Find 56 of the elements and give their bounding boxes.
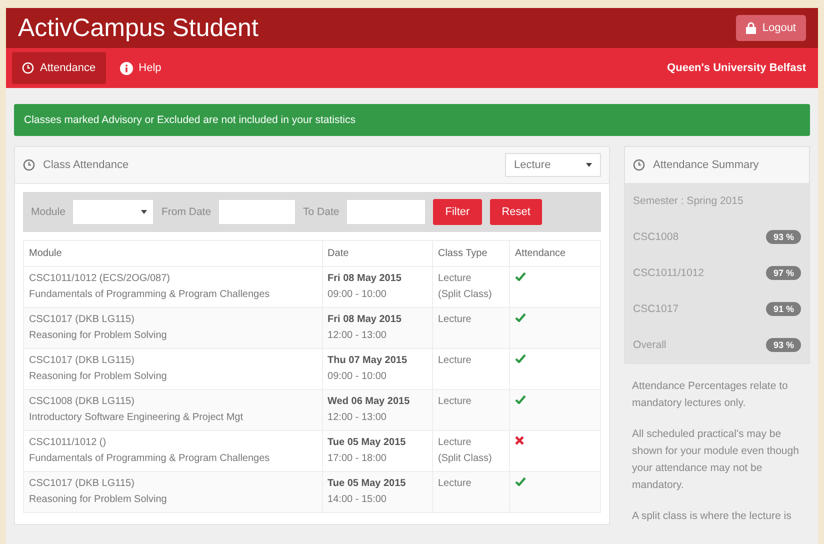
class-type-cell: Lecture	[432, 308, 510, 348]
app-title: ActivCampus Student	[18, 14, 258, 42]
class-type-cell: Lecture	[432, 390, 510, 430]
note-text: Attendance Percentages relate to mandatory lectures only.	[632, 379, 789, 411]
class-type-cell: Lecture	[432, 472, 510, 512]
class-type-cell: Lecture	[432, 348, 510, 390]
module-cell: CSC1017 (DKB LG115) Reasoning for Problem Solving	[24, 348, 322, 390]
nav-tab[interactable]: Help	[110, 52, 172, 84]
note-text: A split class is where the lecture is	[632, 509, 792, 524]
to-date-field[interactable]	[347, 200, 426, 224]
date-cell: Tue 05 May 2015 17:00 - 18:00	[322, 430, 432, 472]
module-select[interactable]	[73, 200, 154, 224]
info-alert: Classes marked Advisory or Excluded are not included in your statistics	[14, 104, 810, 136]
module-code: Overall	[633, 339, 666, 351]
module-cell: CSC1011/1012 (ECS/2OG/087) Fundamentals of Programming & Program Challenges	[24, 266, 322, 308]
date-cell: Tue 05 May 2015 14:00 - 15:00	[322, 472, 432, 512]
class-type-select[interactable]: Lecture	[505, 153, 601, 177]
module-code: CSC1017	[633, 303, 679, 315]
caret-icon	[141, 209, 148, 215]
module-cell: CSC1017 (DKB LG115) Reasoning for Problem Solving	[24, 308, 322, 348]
field-label: To Date	[303, 206, 340, 218]
date-cell: Wed 06 May 2015 12:00 - 13:00	[322, 390, 432, 430]
panel-title: Attendance Summary	[653, 159, 759, 171]
module-cell: CSC1017 (DKB LG115) Reasoning for Problem Solving	[24, 472, 322, 512]
percentage-badge: 91 %	[766, 302, 801, 316]
note-text: All scheduled practical's may be shown for your module even though your attendance may not be mandatory.	[632, 427, 800, 493]
module-code: CSC1011/1012	[633, 267, 704, 279]
class-type-cell: Lecture (Split Class)	[432, 430, 510, 472]
date-cell: Fri 08 May 2015 09:00 - 10:00	[322, 266, 432, 308]
field-label: Module	[31, 206, 66, 218]
nav-tab[interactable]: Attendance	[12, 52, 106, 84]
from-date-field[interactable]	[219, 200, 296, 224]
institution-name: Queen's University Belfast	[667, 62, 807, 74]
column-header: Date	[322, 240, 432, 266]
reset-button[interactable]: Reset	[490, 199, 542, 225]
field-label: From Date	[161, 206, 212, 218]
date-cell: Thu 07 May 2015 09:00 - 10:00	[322, 348, 432, 390]
column-header: Module	[24, 240, 322, 266]
logout-button[interactable]: Logout	[736, 15, 806, 41]
module-code: CSC1008	[633, 231, 679, 243]
class-type-cell: Lecture (Split Class)	[432, 266, 510, 308]
semester-label: Semester : Spring 2015	[633, 195, 744, 207]
clock-icon	[23, 159, 35, 171]
date-cell: Fri 08 May 2015 12:00 - 13:00	[322, 308, 432, 348]
info-icon	[120, 62, 133, 74]
module-cell: CSC1008 (DKB LG115) Introductory Software Engineering & Project Mgt	[24, 390, 322, 430]
lock-icon	[746, 22, 756, 34]
clock-icon	[22, 62, 34, 74]
clock-icon	[633, 159, 645, 171]
panel-title: Class Attendance	[43, 159, 129, 171]
percentage-badge: 93 %	[766, 338, 801, 352]
caret-icon	[586, 162, 592, 168]
percentage-badge: 93 %	[766, 230, 801, 244]
percentage-badge: 97 %	[766, 266, 801, 280]
module-cell: CSC1011/1012 () Fundamentals of Programming & Program Challenges	[24, 430, 322, 472]
filter-button[interactable]: Filter	[433, 199, 482, 225]
